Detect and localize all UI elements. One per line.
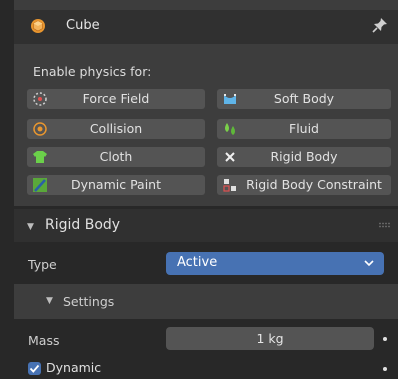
dynamic-label: Dynamic: [46, 360, 102, 375]
settings-label: Settings: [63, 294, 115, 309]
rigid-body-constraint-icon: [223, 179, 236, 192]
soft-body-label: Soft Body: [273, 91, 335, 106]
rigid-body-constraint-button[interactable]: Rigid Body Constraint: [217, 175, 391, 195]
collapse-triangle-icon[interactable]: ▼: [27, 222, 34, 232]
dynamic-keyframe-dot[interactable]: [383, 367, 387, 371]
type-select[interactable]: Active: [166, 252, 384, 275]
soft-body-button[interactable]: Soft Body: [217, 89, 391, 109]
collision-label: Collision: [89, 121, 143, 136]
force-field-label: Force Field: [82, 91, 150, 106]
chevron-down-icon: [364, 260, 374, 267]
checkbox-icon: [29, 364, 40, 373]
settings-collapse-triangle-icon[interactable]: ▼: [46, 296, 53, 306]
pin-icon[interactable]: [371, 16, 389, 34]
cloth-button[interactable]: Cloth: [27, 147, 205, 167]
drag-handle-icon[interactable]: [378, 222, 392, 228]
rigid-body-title: Rigid Body: [45, 217, 121, 233]
cloth-label: Cloth: [99, 149, 133, 164]
force-field-button[interactable]: Force Field: [27, 89, 205, 109]
cube-icon: [31, 19, 45, 33]
rigid-body-button[interactable]: Rigid Body: [217, 147, 391, 167]
mass-keyframe-dot[interactable]: [383, 337, 387, 341]
fluid-button[interactable]: Fluid: [217, 119, 391, 139]
mass-field[interactable]: 1 kg: [166, 327, 374, 350]
dynamic-checkbox[interactable]: [28, 362, 41, 375]
object-name: Cube: [66, 18, 100, 33]
rigid-body-constraint-label: Rigid Body Constraint: [246, 177, 382, 192]
dynamic-paint-label: Dynamic Paint: [70, 177, 162, 192]
type-value: Active: [177, 255, 218, 270]
fluid-label: Fluid: [289, 121, 319, 136]
enable-physics-label: Enable physics for:: [33, 64, 152, 79]
type-label: Type: [28, 257, 57, 272]
rigid-body-label: Rigid Body: [270, 149, 338, 164]
dynamic-paint-button[interactable]: Dynamic Paint: [27, 175, 205, 195]
collision-button[interactable]: Collision: [27, 119, 205, 139]
mass-label: Mass: [28, 333, 60, 348]
